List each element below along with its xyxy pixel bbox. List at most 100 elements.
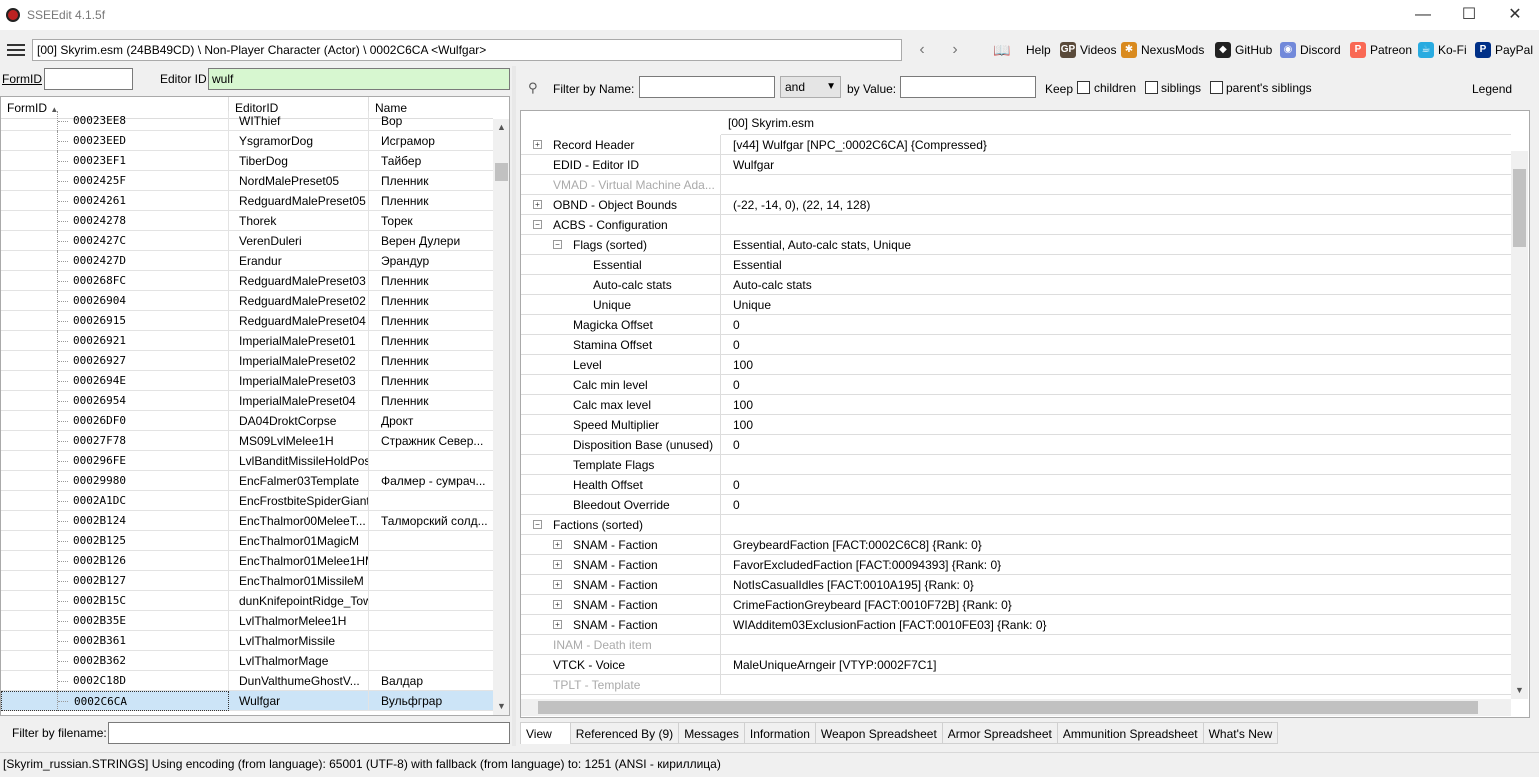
expand-icon[interactable]: + xyxy=(553,580,562,589)
editorid-input[interactable]: wulf xyxy=(208,68,510,90)
table-row[interactable]: 00026904 RedguardMalePreset02 Пленник xyxy=(1,291,493,311)
record-row[interactable]: INAM - Death item xyxy=(521,635,1511,655)
toolbar-link-videos[interactable]: GP Videos xyxy=(1060,41,1116,59)
record-row[interactable]: Level 100 xyxy=(521,355,1511,375)
scroll-thumb[interactable] xyxy=(1513,169,1526,247)
table-row[interactable]: 0002B362 LvlThalmorMage xyxy=(1,651,493,671)
expand-icon[interactable]: + xyxy=(553,600,562,609)
collapse-icon[interactable]: − xyxy=(553,240,562,249)
record-row[interactable]: + SNAM - Faction WIAdditem03ExclusionFacti… xyxy=(521,615,1511,635)
formid-input[interactable] xyxy=(44,68,133,90)
table-row[interactable]: 0002C18D DunValthumeGhostV... Валдар xyxy=(1,671,493,691)
record-row[interactable]: VMAD - Virtual Machine Ada... xyxy=(521,175,1511,195)
children-checkbox[interactable] xyxy=(1077,81,1090,94)
table-row[interactable]: 00026921 ImperialMalePreset01 Пленник xyxy=(1,331,493,351)
record-row[interactable]: Speed Multiplier 100 xyxy=(521,415,1511,435)
record-row[interactable]: Calc max level 100 xyxy=(521,395,1511,415)
table-row[interactable]: 00024278 Thorek Торек xyxy=(1,211,493,231)
scroll-thumb[interactable] xyxy=(495,163,508,181)
back-arrow-icon[interactable]: ‹ xyxy=(912,39,932,61)
table-row[interactable]: 000268FC RedguardMalePreset03 Пленник xyxy=(1,271,493,291)
tab-referenced-by[interactable]: Referenced By (9) xyxy=(570,722,680,744)
scroll-thumb[interactable] xyxy=(538,701,1478,714)
toolbar-link-nexusmods[interactable]: ✱ NexusMods xyxy=(1121,41,1204,59)
table-row[interactable]: 0002B361 LvlThalmorMissile xyxy=(1,631,493,651)
record-row[interactable]: Magicka Offset 0 xyxy=(521,315,1511,335)
table-row[interactable]: 0002694E ImperialMalePreset03 Пленник xyxy=(1,371,493,391)
record-row[interactable]: + SNAM - Faction CrimeFactionGreybeard [FA… xyxy=(521,595,1511,615)
filter-operator-select[interactable]: and ▼ xyxy=(780,76,841,98)
record-list[interactable]: FormID ▲ EditorID Name 00023EE8 WIThief Во… xyxy=(0,96,510,716)
record-path-field[interactable]: [00] Skyrim.esm (24BB49CD) \ Non-Player … xyxy=(32,39,902,61)
toolbar-link-paypal[interactable]: P PayPal xyxy=(1475,41,1533,59)
table-row[interactable]: 00027F78 MS09LvlMelee1H Стражник Север... xyxy=(1,431,493,451)
pin-icon[interactable]: ⚲ xyxy=(528,80,538,96)
record-row[interactable]: Template Flags xyxy=(521,455,1511,475)
tab-messages[interactable]: Messages xyxy=(679,722,745,744)
table-row[interactable]: 00026DF0 DA04DroktCorpse Дрокт xyxy=(1,411,493,431)
table-row[interactable]: 00026954 ImperialMalePreset04 Пленник xyxy=(1,391,493,411)
toolbar-link-patreon[interactable]: P Patreon xyxy=(1350,41,1412,59)
filter-filename-input[interactable] xyxy=(108,722,510,744)
table-row[interactable]: 00023EF1 TiberDog Тайбер xyxy=(1,151,493,171)
collapse-icon[interactable]: − xyxy=(533,520,542,529)
legend-button[interactable]: Legend xyxy=(1472,82,1512,96)
expand-icon[interactable]: + xyxy=(553,560,562,569)
record-row[interactable]: − ACBS - Configuration xyxy=(521,215,1511,235)
table-row[interactable]: 00029980 EncFalmer03Template Фалмер - сумр… xyxy=(1,471,493,491)
record-row[interactable]: Bleedout Override 0 xyxy=(521,495,1511,515)
record-row[interactable]: + Record Header [v44] Wulfgar [NPC_:0002C6… xyxy=(521,135,1511,155)
siblings-checkbox[interactable] xyxy=(1145,81,1158,94)
table-row[interactable]: 0002B15CdunKnifepointRidge_TowerGuard01 xyxy=(1,591,493,611)
scroll-down-arrow[interactable]: ▼ xyxy=(493,698,509,715)
parents-siblings-checkbox[interactable] xyxy=(1210,81,1223,94)
table-row[interactable]: 0002B124 EncThalmor00MeleeT... Талморский … xyxy=(1,511,493,531)
table-row[interactable]: 0002C6CA Wulfgar Вульфграр xyxy=(1,691,493,711)
expand-icon[interactable]: + xyxy=(553,540,562,549)
toolbar-link-help[interactable]: 📖 Help xyxy=(982,41,1050,59)
table-row[interactable]: 00023EE8 WIThief Вор xyxy=(1,111,493,131)
table-row[interactable]: 0002B125 EncThalmor01MagicM xyxy=(1,531,493,551)
close-button[interactable]: ✕ xyxy=(1492,0,1538,30)
scroll-down-arrow[interactable]: ▼ xyxy=(1511,682,1528,699)
menu-icon[interactable] xyxy=(7,44,25,56)
tab-what-s-new[interactable]: What's New xyxy=(1203,722,1279,744)
record-row[interactable]: Health Offset 0 xyxy=(521,475,1511,495)
table-row[interactable]: 00024261 RedguardMalePreset05 Пленник xyxy=(1,191,493,211)
record-row[interactable]: − Factions (sorted) xyxy=(521,515,1511,535)
tab-information[interactable]: Information xyxy=(744,722,816,744)
scroll-up-arrow[interactable]: ▲ xyxy=(493,119,509,136)
table-row[interactable]: 0002427D Erandur Эрандур xyxy=(1,251,493,271)
collapse-icon[interactable]: − xyxy=(533,220,542,229)
maximize-button[interactable]: ☐ xyxy=(1446,0,1492,30)
tab-ammunition-spreadsheet[interactable]: Ammunition Spreadsheet xyxy=(1057,722,1204,744)
expand-icon[interactable]: + xyxy=(553,620,562,629)
expand-icon[interactable]: + xyxy=(533,200,542,209)
record-row[interactable]: + SNAM - Faction FavorExcludedFaction [FAC… xyxy=(521,555,1511,575)
table-row[interactable]: 00026927 ImperialMalePreset02 Пленник xyxy=(1,351,493,371)
record-row[interactable]: − Flags (sorted) Essential, Auto-calc stat… xyxy=(521,235,1511,255)
record-row[interactable]: TPLT - Template xyxy=(521,675,1511,695)
table-row[interactable]: 0002425F NordMalePreset05 Пленник xyxy=(1,171,493,191)
record-row[interactable]: EDID - Editor ID Wulfgar xyxy=(521,155,1511,175)
record-row[interactable]: Stamina Offset 0 xyxy=(521,335,1511,355)
record-row[interactable]: + SNAM - Faction GreybeardFaction [FACT:00… xyxy=(521,535,1511,555)
record-tree[interactable]: [00] Skyrim.esm + Record Header [v44] Wulf… xyxy=(520,110,1530,718)
table-row[interactable]: 0002A1DCEncFrostbiteSpiderGiantAmbush xyxy=(1,491,493,511)
record-row[interactable]: Essential Essential xyxy=(521,255,1511,275)
table-row[interactable]: 00023EED YsgramorDog Исграмор xyxy=(1,131,493,151)
record-row[interactable]: Auto-calc stats Auto-calc stats xyxy=(521,275,1511,295)
table-row[interactable]: 0002B126 EncThalmor01Melee1HM xyxy=(1,551,493,571)
record-row[interactable]: + OBND - Object Bounds (-22, -14, 0), (22,… xyxy=(521,195,1511,215)
record-row[interactable]: + SNAM - Faction NotIsCasualIdles [FACT:00… xyxy=(521,575,1511,595)
expand-icon[interactable]: + xyxy=(533,140,542,149)
record-row[interactable]: Calc min level 0 xyxy=(521,375,1511,395)
toolbar-link-kofi[interactable]: ☕ Ko-Fi xyxy=(1418,41,1467,59)
toolbar-link-discord[interactable]: ◉ Discord xyxy=(1280,41,1341,59)
record-row[interactable]: VTCK - Voice MaleUniqueArngeir [VTYP:0002… xyxy=(521,655,1511,675)
vertical-scrollbar[interactable]: ▼ xyxy=(1511,151,1528,699)
table-row[interactable]: 000296FELvlBanditMissileHoldPos256LinkRe… xyxy=(1,451,493,471)
filter-name-input[interactable] xyxy=(639,76,775,98)
toolbar-link-github[interactable]: ◆ GitHub xyxy=(1215,41,1272,59)
vertical-scrollbar[interactable]: ▲ ▼ xyxy=(493,119,509,715)
